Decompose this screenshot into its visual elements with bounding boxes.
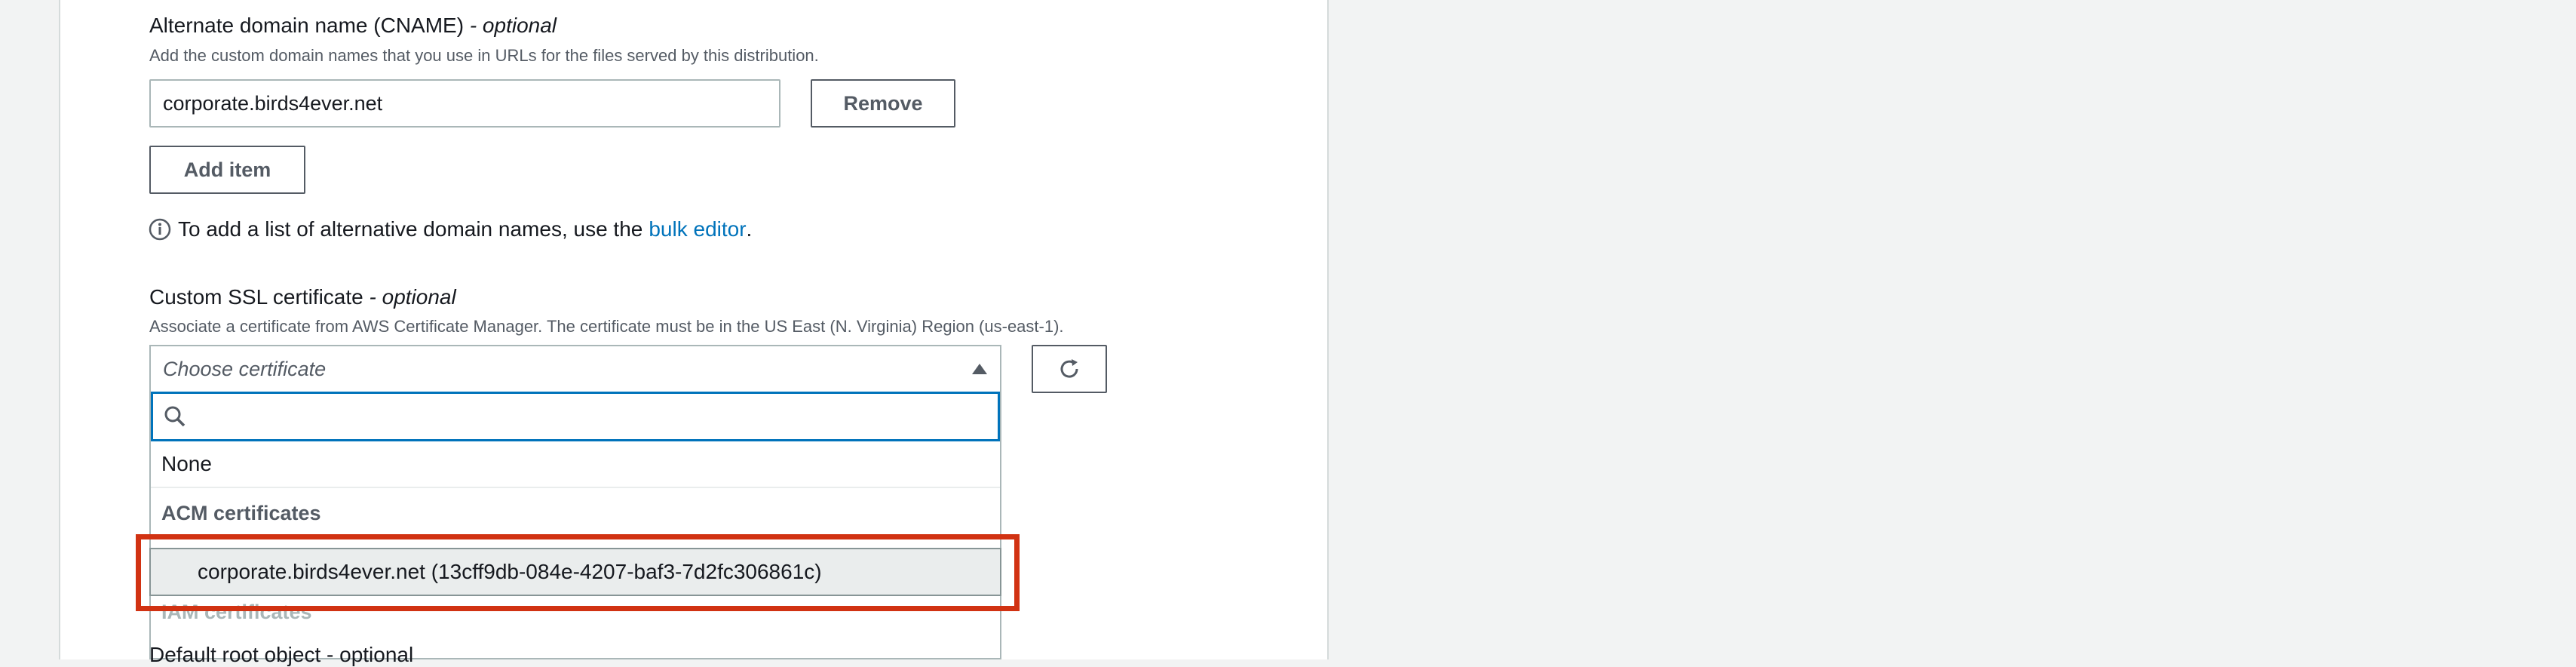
remove-button[interactable]: Remove [811, 79, 955, 128]
cname-optional-tag: - optional [469, 14, 557, 37]
certificate-select-placeholder: Choose certificate [163, 357, 327, 380]
certificate-select[interactable]: Choose certificate [149, 345, 1001, 392]
ssl-label: Custom SSL certificate - optional [149, 285, 456, 309]
info-text: To add a list of alternative domain name… [178, 217, 643, 241]
option-none[interactable]: None [151, 441, 1000, 488]
cname-description: Add the custom domain names that you use… [149, 46, 819, 65]
group-acm-certificates: ACM certificates [161, 501, 321, 524]
ssl-description: Associate a certificate from AWS Certifi… [149, 317, 1064, 336]
cname-label: Alternate domain name (CNAME) - optional [149, 14, 557, 38]
ssl-label-text: Custom SSL certificate [149, 285, 363, 309]
cname-input[interactable]: corporate.birds4ever.net [149, 79, 780, 128]
bulk-editor-info: To add a list of alternative domain name… [148, 216, 752, 243]
highlight-annotation [136, 534, 1020, 611]
info-icon [148, 217, 172, 241]
add-item-button[interactable]: Add item [149, 146, 305, 194]
search-icon [164, 405, 186, 428]
cname-input-value: corporate.birds4ever.net [163, 91, 383, 115]
caret-up-icon [971, 363, 988, 375]
certificate-dropdown: None ACM certificates IAM certificates [149, 392, 1001, 659]
bulk-editor-link[interactable]: bulk editor [649, 217, 746, 241]
refresh-button[interactable] [1032, 345, 1107, 393]
ssl-optional-tag: - optional [369, 285, 456, 309]
cname-label-text: Alternate domain name (CNAME) [149, 14, 465, 37]
default-root-object-label-partial: Default root object - optional [149, 643, 414, 666]
refresh-icon [1056, 355, 1083, 383]
info-text-end: . [746, 217, 753, 241]
certificate-filter-input[interactable] [151, 392, 1000, 441]
